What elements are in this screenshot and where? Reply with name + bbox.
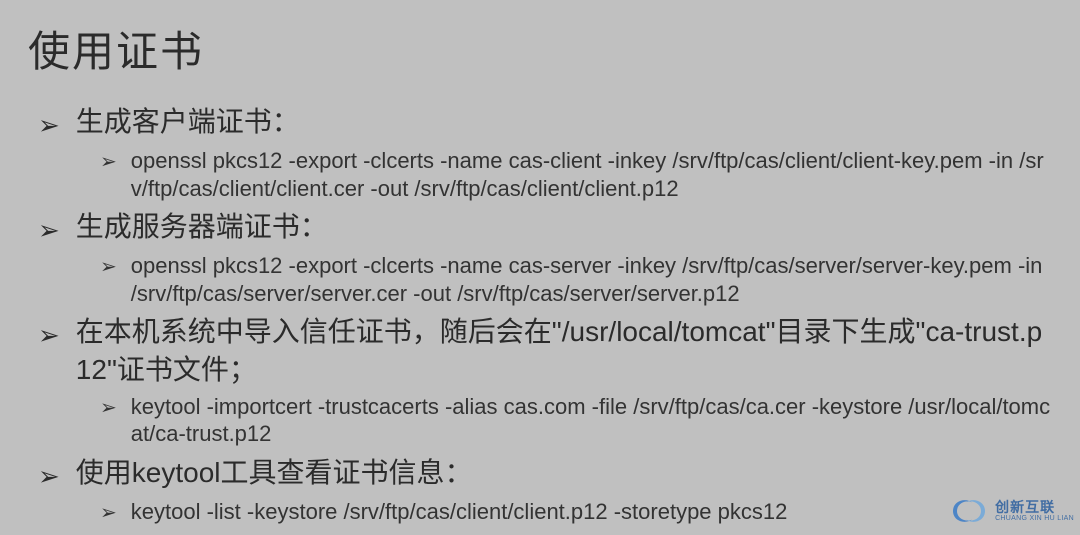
arrow-bullet-icon: ➢ — [100, 255, 117, 280]
list-item: ➢ 生成服务器端证书： ➢ openssl pkcs12 -export -cl… — [38, 208, 1052, 307]
watermark: 创新互联 CHUANG XIN HU LIAN — [947, 493, 1074, 529]
arrow-bullet-icon: ➢ — [38, 318, 60, 353]
arrow-bullet-icon: ➢ — [38, 108, 60, 143]
watermark-logo-icon — [947, 493, 991, 529]
item-text: keytool -list -keystore /srv/ftp/cas/cli… — [131, 498, 1052, 526]
list-item: ➢ 生成客户端证书： ➢ openssl pkcs12 -export -clc… — [38, 103, 1052, 202]
arrow-bullet-icon: ➢ — [100, 396, 117, 421]
arrow-bullet-icon: ➢ — [38, 459, 60, 494]
item-text: openssl pkcs12 -export -clcerts -name ca… — [131, 147, 1052, 202]
list-item: ➢ openssl pkcs12 -export -clcerts -name … — [100, 252, 1052, 307]
slide-title: 使用证书 — [28, 18, 1052, 79]
watermark-text-en: CHUANG XIN HU LIAN — [995, 515, 1074, 522]
arrow-bullet-icon: ➢ — [100, 150, 117, 175]
list-item: ➢ keytool -list -keystore /srv/ftp/cas/c… — [100, 498, 1052, 526]
item-text: 生成服务器端证书： — [76, 208, 1052, 246]
arrow-bullet-icon: ➢ — [100, 501, 117, 526]
list-item: ➢ openssl pkcs12 -export -clcerts -name … — [100, 147, 1052, 202]
item-text: 使用keytool工具查看证书信息： — [76, 454, 1052, 492]
arrow-bullet-icon: ➢ — [38, 213, 60, 248]
item-text: 生成客户端证书： — [76, 103, 1052, 141]
list-item: ➢ 在本机系统中导入信任证书，随后会在"/usr/local/tomcat"目录… — [38, 313, 1052, 448]
item-text: keytool -importcert -trustcacerts -alias… — [131, 393, 1052, 448]
watermark-text-cn: 创新互联 — [995, 500, 1074, 515]
list-item: ➢ keytool -importcert -trustcacerts -ali… — [100, 393, 1052, 448]
item-text: openssl pkcs12 -export -clcerts -name ca… — [131, 252, 1052, 307]
item-text: 在本机系统中导入信任证书，随后会在"/usr/local/tomcat"目录下生… — [76, 313, 1052, 389]
list-item: ➢ 使用keytool工具查看证书信息： ➢ keytool -list -ke… — [38, 454, 1052, 526]
bullet-list: ➢ 生成客户端证书： ➢ openssl pkcs12 -export -clc… — [28, 103, 1052, 526]
